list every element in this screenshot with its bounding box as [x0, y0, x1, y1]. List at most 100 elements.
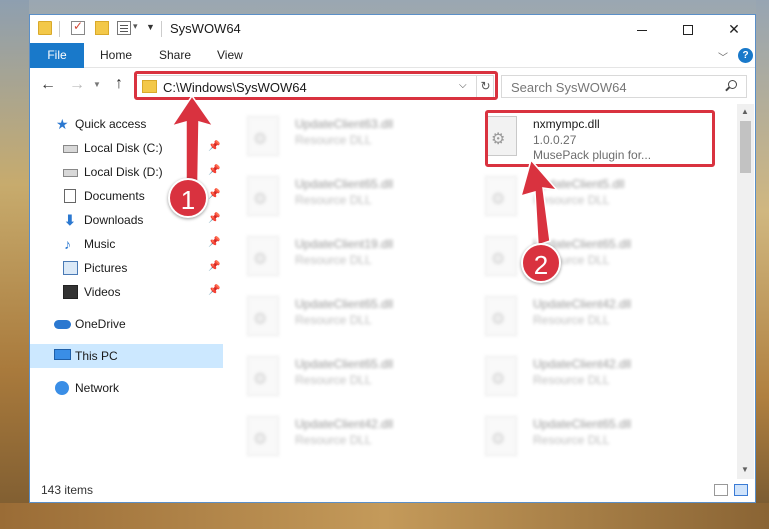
- sidebar-item-network[interactable]: Network: [30, 376, 223, 400]
- sidebar-item-videos[interactable]: Videos 📌: [30, 280, 223, 304]
- customize-toolbar-dropdown-icon[interactable]: ▼: [146, 22, 155, 32]
- pin-icon[interactable]: 📌: [208, 141, 220, 152]
- sidebar-item-label: Quick access: [75, 117, 147, 131]
- file-type: Resource DLL: [295, 133, 372, 147]
- file-name: UpdateClient65.dll: [295, 357, 394, 371]
- dll-file-icon: [485, 236, 517, 276]
- dll-file-icon: [485, 356, 517, 396]
- desktop-background-bottom: [0, 503, 769, 529]
- dll-file-icon: [485, 416, 517, 456]
- pc-icon: [54, 349, 71, 360]
- music-icon: ♪: [64, 236, 71, 252]
- address-bar-highlight: [134, 71, 498, 100]
- divider: [161, 21, 162, 37]
- folder-icon: [38, 21, 52, 35]
- file-type: Resource DLL: [295, 313, 372, 327]
- tab-home[interactable]: Home: [100, 43, 132, 68]
- download-icon: ⬇: [64, 212, 76, 228]
- file-type: Resource DLL: [533, 193, 610, 207]
- minimize-button[interactable]: [619, 15, 665, 43]
- item-count: 143 items: [41, 483, 94, 497]
- list-item[interactable]: UpdateClient5.dll Resource DLL: [465, 170, 695, 222]
- search-box[interactable]: Search SysWOW64: [501, 75, 747, 98]
- sidebar-item-music[interactable]: ♪ Music 📌: [30, 232, 223, 256]
- pin-icon[interactable]: 📌: [208, 285, 220, 296]
- explorer-window: ▾ ▼ SysWOW64 ✕ File Home Share View ﹀ ? …: [29, 14, 756, 503]
- file-name: UpdateClient65.dll: [295, 297, 394, 311]
- dll-file-icon: [247, 236, 279, 276]
- scroll-up-icon[interactable]: ▲: [741, 107, 749, 116]
- large-icons-view-icon[interactable]: [734, 484, 748, 496]
- sidebar-item-label: Local Disk (D:): [84, 165, 163, 179]
- properties-check-icon[interactable]: [71, 19, 85, 35]
- search-input[interactable]: Search SysWOW64: [511, 80, 627, 95]
- list-item[interactable]: UpdateClient63.dll Resource DLL: [227, 110, 457, 162]
- scroll-down-icon[interactable]: ▼: [741, 465, 749, 474]
- file-name: UpdateClient63.dll: [295, 117, 394, 131]
- ribbon: File Home Share View ﹀ ?: [30, 43, 755, 68]
- pin-icon[interactable]: 📌: [208, 237, 220, 248]
- window-title: SysWOW64: [170, 21, 241, 36]
- file-name: UpdateClient42.dll: [295, 417, 394, 431]
- sidebar-item-label: Network: [75, 381, 120, 395]
- file-name: UpdateClient65.dll: [533, 417, 632, 431]
- sidebar-item-local-disk-c[interactable]: Local Disk (C:) 📌: [30, 136, 223, 160]
- dll-file-icon: [247, 416, 279, 456]
- file-highlight: [485, 110, 715, 167]
- sidebar-item-label: Music: [84, 237, 116, 251]
- list-item[interactable]: UpdateClient65.dll Resource DLL: [227, 350, 457, 402]
- list-item[interactable]: UpdateClient65.dll Resource DLL: [227, 170, 457, 222]
- close-button[interactable]: ✕: [711, 15, 757, 43]
- details-view-icon[interactable]: [714, 484, 728, 496]
- sidebar-item-pictures[interactable]: Pictures 📌: [30, 256, 223, 280]
- tab-file[interactable]: File: [30, 43, 84, 68]
- file-type: Resource DLL: [295, 373, 372, 387]
- up-arrow-icon[interactable]: ↑: [115, 75, 123, 93]
- file-type: Resource DLL: [533, 313, 610, 327]
- star-icon: ★: [56, 116, 69, 132]
- file-name: UpdateClient65.dll: [295, 177, 394, 191]
- maximize-button[interactable]: [665, 15, 711, 43]
- sidebar-item-quick-access[interactable]: ★ Quick access: [30, 112, 223, 136]
- list-item[interactable]: UpdateClient42.dll Resource DLL: [465, 290, 695, 342]
- new-folder-icon[interactable]: [95, 21, 109, 35]
- expand-ribbon-icon[interactable]: ﹀: [718, 49, 728, 64]
- help-icon[interactable]: ?: [738, 48, 753, 63]
- list-item[interactable]: UpdateClient42.dll Resource DLL: [227, 410, 457, 462]
- tab-view[interactable]: View: [217, 43, 243, 68]
- dll-file-icon: [485, 176, 517, 216]
- status-bar: 143 items: [30, 479, 755, 502]
- pin-icon[interactable]: 📌: [208, 165, 220, 176]
- list-item[interactable]: UpdateClient65.dll Resource DLL: [465, 230, 695, 282]
- list-item[interactable]: UpdateClient42.dll Resource DLL: [465, 350, 695, 402]
- file-type: Resource DLL: [533, 433, 610, 447]
- sidebar-item-label: This PC: [75, 349, 118, 363]
- list-item[interactable]: UpdateClient65.dll Resource DLL: [227, 290, 457, 342]
- dll-file-icon: [247, 356, 279, 396]
- tab-share[interactable]: Share: [159, 43, 191, 68]
- sidebar-item-onedrive[interactable]: OneDrive: [30, 312, 223, 336]
- pin-icon[interactable]: 📌: [208, 261, 220, 272]
- sidebar-item-this-pc[interactable]: This PC: [30, 344, 223, 368]
- scrollbar-thumb[interactable]: [740, 121, 751, 173]
- sidebar-item-label: Documents: [84, 189, 145, 203]
- pin-icon[interactable]: 📌: [208, 213, 220, 224]
- dll-file-icon: [485, 296, 517, 336]
- back-arrow-icon[interactable]: ←: [40, 76, 56, 94]
- maximize-icon: [683, 25, 693, 36]
- sidebar-item-label: Pictures: [84, 261, 128, 275]
- forward-arrow-icon[interactable]: →: [69, 76, 85, 94]
- list-item[interactable]: UpdateClient65.dll Resource DLL: [465, 410, 695, 462]
- list-item[interactable]: UpdateClient19.dll Resource DLL: [227, 230, 457, 282]
- pictures-icon: [63, 261, 78, 275]
- step-2-badge: 2: [521, 243, 561, 283]
- search-icon[interactable]: [725, 80, 737, 92]
- file-type: Resource DLL: [295, 193, 372, 207]
- step-1-badge: 1: [168, 178, 208, 218]
- vertical-scrollbar[interactable]: ▲ ▼: [737, 104, 754, 479]
- file-type: Resource DLL: [533, 373, 610, 387]
- chevron-down-icon[interactable]: ▾: [133, 21, 138, 32]
- quick-access-properties-icon[interactable]: [117, 21, 131, 35]
- pin-icon[interactable]: 📌: [208, 189, 220, 200]
- recent-locations-dropdown-icon[interactable]: ▼: [93, 80, 101, 89]
